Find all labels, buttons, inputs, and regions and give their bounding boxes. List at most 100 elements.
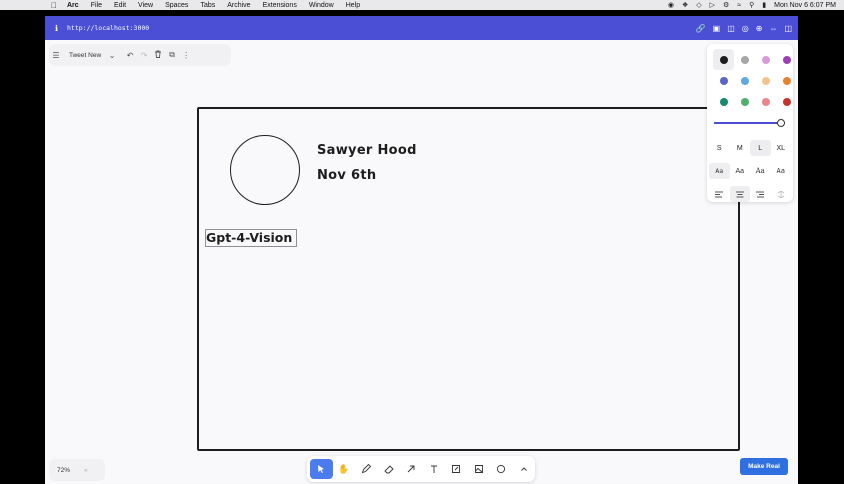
color-swatch[interactable]	[755, 70, 776, 91]
collapse-icon[interactable]: «	[84, 467, 88, 474]
ellipse-tool-icon[interactable]	[490, 459, 513, 479]
split-view-icon[interactable]: ⇔	[769, 24, 777, 33]
color-swatch-dot	[719, 76, 728, 85]
selected-text-label[interactable]: Gpt-4-Vision	[206, 230, 292, 245]
record-icon[interactable]: ◉	[668, 1, 674, 9]
font-serif-button[interactable]: Aa	[750, 163, 771, 179]
more-tools-chevron-up-icon[interactable]	[513, 459, 536, 479]
apple-icon[interactable]: 	[48, 1, 60, 10]
font-mono-button[interactable]: Aa	[771, 163, 792, 179]
top-menu-panel: ☰ Tweet New ⌄ ↶ ↷ ⧉ ⋮	[49, 44, 231, 66]
select-tool-icon[interactable]	[310, 459, 333, 479]
search-icon[interactable]: ⚲	[749, 1, 754, 9]
date-text[interactable]: Nov 6th	[317, 168, 376, 183]
color-swatch[interactable]	[734, 49, 755, 70]
color-swatch-dot	[761, 55, 770, 64]
url-bar: ℹ http://localhost:3000 🔗 ▣ ◫ ◎ ⊕ ⇔ ◫	[45, 16, 798, 40]
vertical-align-icon[interactable]	[771, 186, 792, 202]
battery-icon[interactable]: ▮	[762, 1, 766, 9]
color-swatches	[713, 49, 791, 112]
extension-icon[interactable]: ◇	[696, 1, 701, 9]
capture-icon[interactable]: ▣	[713, 24, 721, 33]
color-swatch[interactable]	[776, 91, 797, 112]
menu-file[interactable]: File	[91, 2, 102, 9]
zoom-level[interactable]: 72%	[57, 467, 70, 474]
note-tool-icon[interactable]	[445, 459, 468, 479]
play-icon[interactable]: ▷	[710, 1, 715, 9]
size-l-button[interactable]: L	[750, 140, 771, 156]
color-swatch[interactable]	[776, 70, 797, 91]
opacity-slider[interactable]	[714, 118, 786, 128]
draw-tool-icon[interactable]	[355, 459, 378, 479]
screen:  Arc File Edit View Spaces Tabs Archive…	[0, 0, 844, 484]
copy-link-icon[interactable]: 🔗	[696, 24, 706, 33]
image-tool-icon[interactable]	[468, 459, 491, 479]
slider-thumb[interactable]	[777, 119, 785, 127]
drawing-canvas[interactable]: ☰ Tweet New ⌄ ↶ ↷ ⧉ ⋮ Sawyer Hood Nov 6t…	[45, 40, 798, 484]
wifi-icon[interactable]: ≈	[737, 2, 741, 9]
menu-tabs[interactable]: Tabs	[200, 2, 215, 9]
align-center-icon[interactable]	[729, 186, 750, 202]
macos-menu-bar:  Arc File Edit View Spaces Tabs Archive…	[0, 0, 844, 10]
size-xl-button[interactable]: XL	[771, 140, 792, 156]
chevron-down-icon[interactable]: ⌄	[105, 51, 119, 60]
size-options: S M L XL	[709, 140, 791, 156]
duplicate-icon[interactable]: ⧉	[165, 50, 179, 60]
menu-edit[interactable]: Edit	[114, 2, 126, 9]
color-swatch-dot	[782, 76, 791, 85]
url-text[interactable]: http://localhost:3000	[67, 24, 149, 32]
dropbox-icon[interactable]: ❖	[682, 1, 688, 9]
redo-icon[interactable]: ↷	[137, 51, 151, 60]
panel-icon[interactable]: ◫	[784, 24, 792, 33]
menu-app-name[interactable]: Arc	[67, 2, 79, 9]
hand-tool-icon[interactable]: ✋	[333, 459, 356, 479]
url-bar-tools: 🔗 ▣ ◫ ◎ ⊕ ⇔ ◫	[696, 16, 792, 40]
sidebar-toggle-icon[interactable]: ◫	[727, 24, 735, 33]
text-tool-icon[interactable]	[423, 459, 446, 479]
menu-archive[interactable]: Archive	[227, 2, 250, 9]
more-options-icon[interactable]: ⋮	[179, 51, 193, 60]
color-swatch-dot	[761, 76, 770, 85]
color-swatch-dot	[719, 97, 728, 106]
color-swatch[interactable]	[755, 91, 776, 112]
color-swatch[interactable]	[713, 49, 734, 70]
color-swatch-dot	[740, 97, 749, 106]
color-swatch[interactable]	[734, 91, 755, 112]
zoom-panel: 72% «	[49, 459, 105, 481]
align-left-icon[interactable]	[709, 186, 730, 202]
site-info-icon[interactable]: ℹ	[55, 24, 65, 33]
hamburger-menu-icon[interactable]: ☰	[49, 51, 63, 60]
font-draw-button[interactable]: Aa	[709, 163, 730, 179]
menu-window[interactable]: Window	[309, 2, 334, 9]
color-swatch[interactable]	[734, 70, 755, 91]
menu-view[interactable]: View	[138, 2, 153, 9]
palette-icon[interactable]: ◎	[742, 24, 749, 33]
menu-bar-status-area: ◉ ❖ ◇ ▷ ⚙ ≈ ⚲ ▮ Mon Nov 6 6:07 PM	[668, 0, 836, 10]
font-sans-button[interactable]: Aa	[730, 163, 751, 179]
slider-track	[714, 122, 780, 124]
make-real-button[interactable]: Make Real	[740, 458, 788, 475]
arrow-tool-icon[interactable]	[400, 459, 423, 479]
size-m-button[interactable]: M	[730, 140, 751, 156]
avatar-circle-shape[interactable]	[230, 135, 300, 205]
delete-icon[interactable]	[151, 50, 165, 60]
color-swatch-dot	[782, 55, 791, 64]
eraser-tool-icon[interactable]	[378, 459, 401, 479]
menu-help[interactable]: Help	[346, 2, 360, 9]
size-s-button[interactable]: S	[709, 140, 730, 156]
color-swatch-dot	[740, 76, 749, 85]
undo-icon[interactable]: ↶	[123, 51, 137, 60]
align-right-icon[interactable]	[750, 186, 771, 202]
menu-spaces[interactable]: Spaces	[165, 2, 188, 9]
target-icon[interactable]: ⊕	[756, 24, 763, 33]
color-swatch[interactable]	[713, 91, 734, 112]
page-name[interactable]: Tweet New	[69, 52, 101, 59]
menu-clock[interactable]: Mon Nov 6 6:07 PM	[774, 2, 836, 9]
name-text[interactable]: Sawyer Hood	[317, 143, 417, 158]
color-swatch[interactable]	[776, 49, 797, 70]
menu-extensions[interactable]: Extensions	[263, 2, 297, 9]
color-swatch-dot	[782, 97, 791, 106]
control-center-icon[interactable]: ⚙	[723, 1, 729, 9]
color-swatch[interactable]	[755, 49, 776, 70]
color-swatch[interactable]	[713, 70, 734, 91]
